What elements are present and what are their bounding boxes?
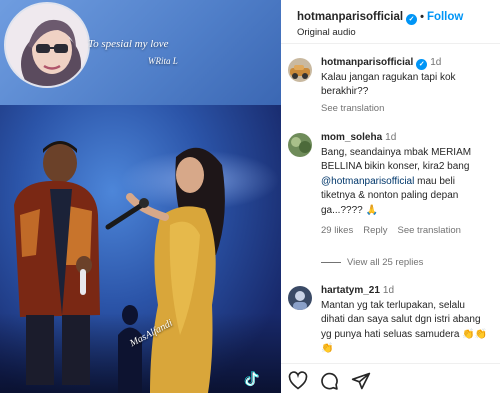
comment-username[interactable]: hartatym_21 (321, 285, 380, 296)
video-signature-text: WRita L (148, 56, 178, 66)
separator-dot: • (420, 11, 424, 23)
see-translation-link[interactable]: See translation (398, 225, 461, 236)
share-icon[interactable] (351, 371, 371, 391)
comment-body: mom_soleha 1d Bang, seandainya mbak MERIA… (321, 131, 491, 239)
comment-meta: See translation (321, 102, 491, 117)
comment-icon[interactable] (319, 371, 339, 391)
tiktok-icon (244, 371, 259, 387)
comment-text: Kalau jangan ragukan tapi kok berakhir?? (321, 71, 456, 98)
heart-icon[interactable] (288, 371, 308, 391)
view-replies-label: View all 25 replies (347, 257, 424, 268)
replies-divider (321, 261, 341, 263)
comment-body: hotmanparisofficial ✓ 1d Kalau jangan ragu… (321, 56, 491, 116)
comment-time: 1d (382, 285, 395, 296)
likes-count[interactable]: 29 likes (321, 225, 353, 236)
view-replies-button[interactable]: View all 25 replies (321, 257, 423, 268)
comments-list[interactable]: hotmanparisofficial ✓ 1d Kalau jangan ragu… (281, 45, 500, 363)
post-side-panel: hotmanparisofficial ✓ • Follow Original aud… (281, 0, 500, 393)
comment-username[interactable]: hotmanparisofficial (321, 57, 413, 68)
author-username[interactable]: hotmanparisofficial (297, 11, 403, 23)
comment-text: Mantan yg tak terlupakan, selalu dihati … (321, 299, 488, 355)
original-audio-link[interactable]: Original audio (297, 27, 356, 38)
avatar[interactable] (288, 58, 312, 82)
see-translation-link[interactable]: See translation (321, 103, 384, 114)
mention-link[interactable]: @hotmanparisofficial (321, 176, 414, 187)
post-action-bar (281, 363, 500, 393)
verified-icon: ✓ (406, 14, 418, 25)
comment-time: 1d (430, 57, 442, 68)
post-header: hotmanparisofficial ✓ • Follow Original aud… (281, 0, 500, 44)
avatar[interactable] (288, 286, 312, 310)
video-dedication-text: To spesial my love (88, 38, 169, 50)
comment-text: Bang, seandainya mbak MERIAM BELLINA bik… (321, 146, 472, 173)
comment-time: 1d (385, 132, 397, 143)
post-author: hotmanparisofficial ✓ • Follow (297, 11, 463, 25)
performers-illustration (14, 141, 225, 393)
video-panel[interactable]: To spesial my love WRita L MasAlfandi (0, 0, 281, 393)
follow-button[interactable]: Follow (427, 11, 463, 23)
comment-meta: 29 likes Reply See translation (321, 224, 491, 239)
verified-icon: ✓ (416, 59, 428, 70)
profile-photo-inset (4, 2, 90, 88)
comment-username[interactable]: mom_soleha (321, 132, 382, 143)
reply-button[interactable]: Reply (363, 225, 387, 236)
comment-body: hartatym_21 1d Mantan yg tak terlupakan, … (321, 284, 491, 357)
avatar[interactable] (288, 133, 312, 157)
